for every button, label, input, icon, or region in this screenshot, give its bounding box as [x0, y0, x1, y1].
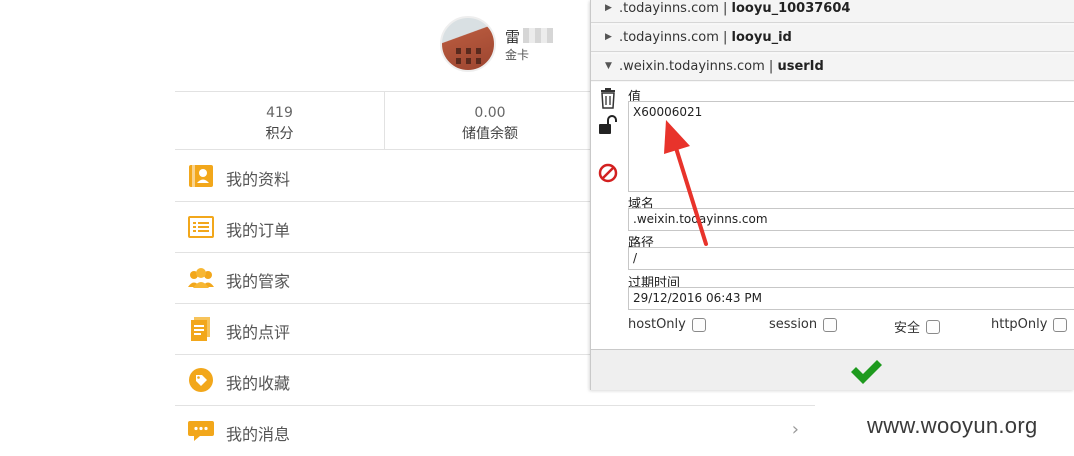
- separator: |: [723, 30, 728, 45]
- review-document-icon: [187, 316, 215, 342]
- cookie-edit-form: 值 X60006021 域名 .weixin.todayinns.com 路径 …: [591, 82, 1074, 350]
- block-cookie-icon[interactable]: [597, 162, 619, 184]
- menu-item-label: 我的订单: [226, 221, 291, 240]
- stat-points-value: 419: [266, 105, 293, 121]
- menu-item-label: 我的管家: [226, 272, 291, 291]
- stat-balance[interactable]: 0.00 储值余额: [385, 92, 595, 150]
- session-checkbox[interactable]: [823, 317, 838, 332]
- cookie-name: userId: [777, 59, 824, 74]
- cookie-editor-panel: ▶ .todayinns.com | looyu_10037604 ▶ .tod…: [590, 0, 1074, 390]
- cookie-flags: hostOnly session 安全 httpOnly: [628, 317, 1074, 337]
- cookie-row[interactable]: ▶ .todayinns.com | looyu_10037604: [591, 0, 1074, 23]
- separator: |: [768, 59, 774, 74]
- favorite-tag-icon: [187, 367, 215, 393]
- cookie-name: looyu_id: [731, 30, 792, 45]
- flag-hostonly: hostOnly: [628, 317, 706, 332]
- flag-secure: 安全: [894, 317, 941, 336]
- member-level: 金卡: [505, 48, 530, 62]
- order-list-icon: [187, 214, 215, 240]
- user-name-redacted: [523, 28, 553, 43]
- avatar[interactable]: [440, 16, 496, 72]
- menu-item-messages[interactable]: 我的消息 ›: [175, 406, 815, 456]
- flag-label: hostOnly: [628, 317, 686, 332]
- httponly-checkbox[interactable]: [1053, 317, 1068, 332]
- menu-item-label: 我的点评: [226, 323, 291, 342]
- cookie-domain: .todayinns.com: [619, 30, 719, 45]
- butler-people-icon: [187, 265, 215, 291]
- stat-points[interactable]: 419 积分: [175, 92, 385, 150]
- domain-field[interactable]: .weixin.todayinns.com: [628, 208, 1074, 231]
- cookie-row[interactable]: ▶ .todayinns.com | looyu_id: [591, 25, 1074, 52]
- message-bubble-icon: [187, 418, 215, 444]
- menu-item-label: 我的消息: [226, 425, 291, 444]
- menu-item-label: 我的收藏: [226, 374, 291, 393]
- chevron-right-icon: ›: [791, 419, 799, 440]
- stat-balance-label: 储值余额: [462, 126, 518, 142]
- value-textarea[interactable]: X60006021: [628, 101, 1074, 192]
- profile-card-icon: [187, 163, 215, 189]
- flag-label: 安全: [894, 321, 921, 336]
- stats-bar: 419 积分 0.00 储值余额: [175, 91, 595, 150]
- path-field[interactable]: /: [628, 247, 1074, 270]
- collapse-arrow-icon[interactable]: ▼: [605, 61, 612, 71]
- watermark: www.wooyun.org: [867, 413, 1038, 438]
- flag-httponly: httpOnly: [991, 317, 1068, 332]
- expand-arrow-icon[interactable]: ▶: [605, 3, 612, 13]
- unlock-padlock-icon[interactable]: [597, 115, 619, 137]
- expand-arrow-icon[interactable]: ▶: [605, 32, 612, 42]
- flag-session: session: [769, 317, 838, 332]
- separator: |: [723, 1, 728, 16]
- stat-balance-value: 0.00: [474, 105, 506, 121]
- stat-points-label: 积分: [265, 126, 294, 142]
- delete-trash-icon[interactable]: [597, 87, 619, 109]
- cookie-name: looyu_10037604: [731, 1, 851, 16]
- user-name: 雷: [505, 28, 521, 46]
- save-bar: [591, 350, 1074, 390]
- flag-label: httpOnly: [991, 317, 1048, 332]
- expires-field[interactable]: 29/12/2016 06:43 PM: [628, 287, 1074, 310]
- cookie-domain: .todayinns.com: [619, 1, 719, 16]
- save-check-icon[interactable]: [849, 358, 883, 384]
- cookie-row-expanded[interactable]: ▼ .weixin.todayinns.com | userId: [591, 54, 1074, 81]
- secure-checkbox[interactable]: [926, 319, 941, 334]
- menu-item-label: 我的资料: [226, 170, 291, 189]
- flag-label: session: [769, 317, 818, 332]
- hostonly-checkbox[interactable]: [691, 317, 706, 332]
- cookie-domain: .weixin.todayinns.com: [619, 59, 765, 74]
